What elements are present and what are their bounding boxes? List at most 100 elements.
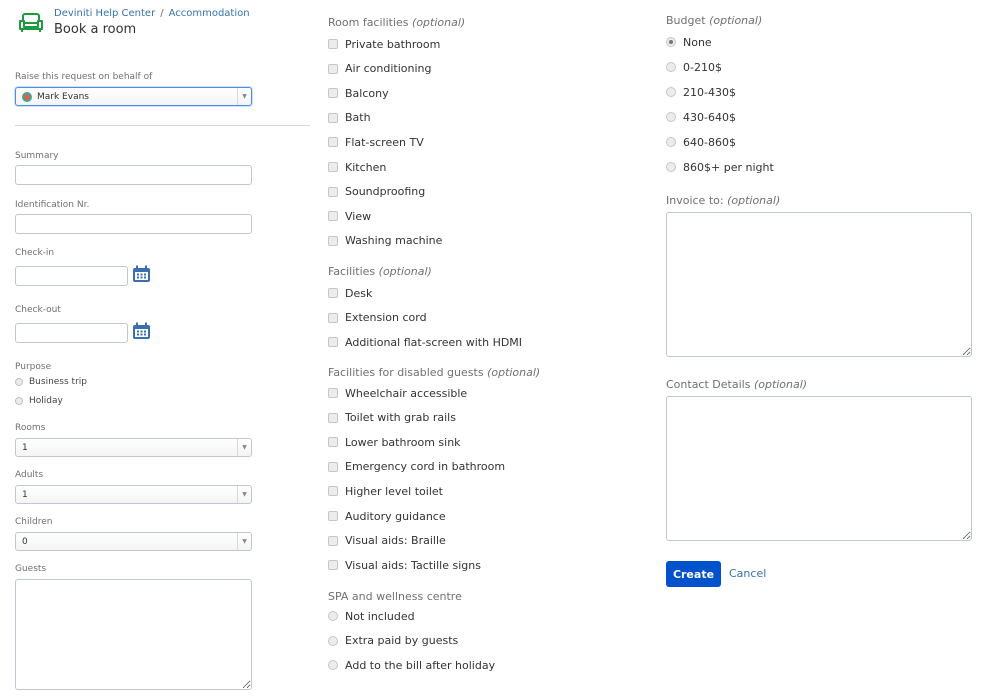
checkbox-icon[interactable] [328, 337, 338, 348]
radio-icon[interactable] [328, 635, 338, 646]
checkbox-visual-aids-tactille-signs[interactable]: Visual aids: Tactille signs [328, 557, 481, 573]
checkbox-icon[interactable] [328, 437, 338, 448]
budget-option-860-per-night[interactable]: 860$+ per night [666, 159, 774, 175]
checkbox-icon[interactable] [328, 288, 338, 298]
radio-icon[interactable] [328, 611, 338, 621]
option-label: Bath [345, 111, 371, 125]
option-label: Emergency cord in bathroom [345, 460, 506, 474]
budget-option-210-430[interactable]: 210-430$ [666, 84, 736, 100]
create-button[interactable]: Create [666, 561, 721, 587]
checkbox-icon[interactable] [328, 63, 338, 74]
spa-option-add-to-the-bill-after-holiday[interactable]: Add to the bill after holiday [328, 657, 495, 673]
budget-option-430-640[interactable]: 430-640$ [666, 109, 736, 125]
cancel-button[interactable]: Cancel [729, 567, 766, 580]
checkbox-balcony[interactable]: Balcony [328, 85, 389, 101]
checkbox-lower-bathroom-sink[interactable]: Lower bathroom sink [328, 434, 461, 450]
rooms-select[interactable]: 1 ▼ [15, 438, 252, 457]
option-label: 0-210$ [683, 60, 722, 74]
checkbox-icon[interactable] [328, 88, 338, 99]
chevron-down-icon: ▼ [237, 88, 251, 105]
budget-option-640-860[interactable]: 640-860$ [666, 134, 736, 150]
breadcrumb-help-center[interactable]: Deviniti Help Center [54, 8, 155, 19]
facilities-title: Facilities (optional) [328, 265, 432, 278]
checkbox-flat-screen-tv[interactable]: Flat-screen TV [328, 134, 424, 150]
checkbox-icon[interactable] [328, 486, 338, 497]
option-label: View [345, 209, 372, 223]
checkbox-auditory-guidance[interactable]: Auditory guidance [328, 508, 446, 524]
checkout-input[interactable] [15, 323, 128, 343]
checkbox-icon[interactable] [328, 388, 338, 398]
checkbox-icon[interactable] [328, 412, 338, 423]
checkin-label: Check-in [15, 248, 55, 258]
checkbox-kitchen[interactable]: Kitchen [328, 159, 386, 175]
user-avatar-icon [22, 91, 32, 102]
checkbox-desk[interactable]: Desk [328, 285, 372, 301]
checkbox-private-bathroom[interactable]: Private bathroom [328, 36, 440, 52]
option-label: Holiday [29, 396, 63, 406]
checkbox-view[interactable]: View [328, 208, 371, 224]
checkbox-bath[interactable]: Bath [328, 110, 371, 126]
checkbox-extension-cord[interactable]: Extension cord [328, 310, 427, 326]
checkbox-icon[interactable] [328, 560, 338, 571]
option-label: Flat-screen TV [345, 135, 424, 149]
radio-icon[interactable] [15, 378, 23, 386]
option-label: Visual aids: Tactille signs [345, 558, 481, 572]
checkbox-icon[interactable] [328, 235, 338, 246]
budget-option-none[interactable]: None [666, 34, 712, 50]
purpose-option-holiday[interactable]: Holiday [15, 396, 63, 406]
checkbox-emergency-cord-in-bathroom[interactable]: Emergency cord in bathroom [328, 459, 505, 475]
invoice-textarea[interactable] [666, 212, 972, 357]
guests-textarea[interactable] [15, 579, 252, 690]
checkin-input[interactable] [15, 266, 128, 286]
spa-option-extra-paid-by-guests[interactable]: Extra paid by guests [328, 633, 458, 649]
checkbox-icon[interactable] [328, 137, 338, 148]
radio-icon[interactable] [666, 137, 676, 147]
checkbox-icon[interactable] [328, 162, 338, 172]
radio-icon[interactable] [666, 162, 676, 172]
budget-option-0-210[interactable]: 0-210$ [666, 59, 722, 75]
checkbox-washing-machine[interactable]: Washing machine [328, 233, 442, 249]
checkbox-icon[interactable] [328, 461, 338, 472]
identification-input[interactable] [15, 214, 252, 234]
radio-icon[interactable] [666, 87, 676, 97]
summary-input[interactable] [15, 165, 252, 185]
purpose-option-business-trip[interactable]: Business trip [15, 377, 87, 387]
radio-icon[interactable] [666, 112, 676, 122]
checkbox-higher-level-toilet[interactable]: Higher level toilet [328, 483, 443, 499]
radio-icon[interactable] [328, 660, 338, 671]
option-label: Visual aids: Braille [345, 534, 446, 548]
option-label: 640-860$ [683, 135, 736, 149]
children-select[interactable]: 0 ▼ [15, 532, 252, 551]
checkbox-wheelchair-accessible[interactable]: Wheelchair accessible [328, 385, 467, 401]
budget-title: Budget (optional) [666, 14, 763, 27]
radio-icon[interactable] [666, 62, 676, 72]
option-label: Balcony [345, 86, 389, 100]
calendar-icon[interactable] [132, 265, 151, 283]
checkbox-visual-aids-braille[interactable]: Visual aids: Braille [328, 533, 446, 549]
spa-option-not-included[interactable]: Not included [328, 608, 415, 624]
radio-icon[interactable] [15, 397, 23, 405]
checkbox-icon[interactable] [328, 112, 338, 123]
checkbox-icon[interactable] [328, 211, 338, 222]
adults-label: Adults [15, 470, 44, 480]
checkbox-icon[interactable] [328, 535, 338, 546]
checkbox-toilet-with-grab-rails[interactable]: Toilet with grab rails [328, 410, 456, 426]
option-label: Extension cord [345, 311, 427, 325]
option-label: Private bathroom [345, 37, 441, 51]
checkbox-icon[interactable] [328, 39, 338, 49]
checkbox-soundproofing[interactable]: Soundproofing [328, 184, 425, 200]
checkbox-icon[interactable] [328, 186, 338, 197]
behalf-select[interactable]: Mark Evans ▼ [15, 87, 252, 106]
option-label: Add to the bill after holiday [345, 658, 496, 672]
checkbox-air-conditioning[interactable]: Air conditioning [328, 61, 431, 77]
adults-select[interactable]: 1 ▼ [15, 485, 252, 504]
checkbox-icon[interactable] [328, 511, 338, 521]
children-label: Children [15, 517, 53, 527]
breadcrumb-accommodation[interactable]: Accommodation [169, 8, 250, 19]
checkbox-additional-flat-screen-with-hdmi[interactable]: Additional flat-screen with HDMI [328, 334, 522, 350]
contact-textarea[interactable] [666, 396, 972, 541]
sofa-icon [19, 13, 43, 32]
calendar-icon[interactable] [132, 322, 151, 340]
radio-icon[interactable] [666, 37, 676, 47]
checkbox-icon[interactable] [328, 312, 338, 323]
